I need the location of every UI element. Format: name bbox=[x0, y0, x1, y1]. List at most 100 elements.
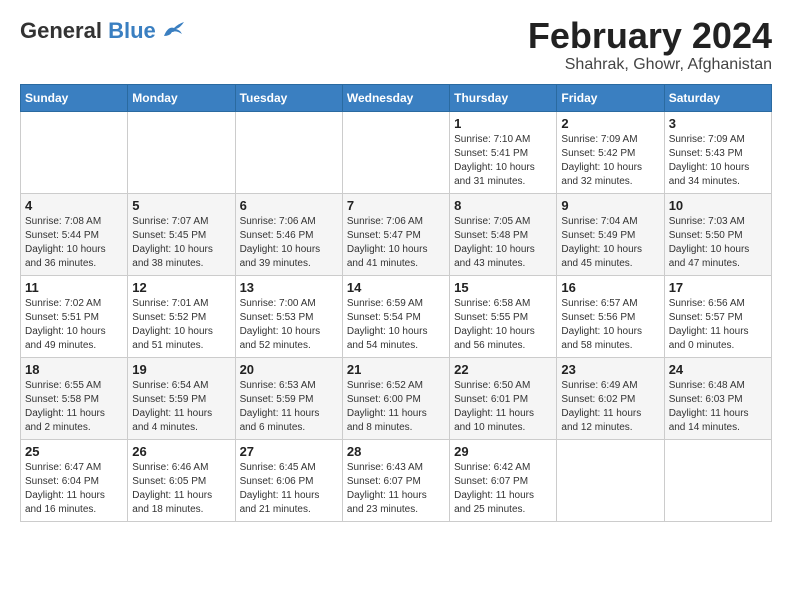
day-number: 2 bbox=[561, 116, 659, 131]
calendar-cell bbox=[557, 439, 664, 521]
calendar-week-row: 25 Sunrise: 6:47 AMSunset: 6:04 PMDayligh… bbox=[21, 439, 772, 521]
calendar-cell: 2 Sunrise: 7:09 AMSunset: 5:42 PMDaylight… bbox=[557, 111, 664, 193]
day-number: 22 bbox=[454, 362, 552, 377]
day-number: 17 bbox=[669, 280, 767, 295]
weekday-header-friday: Friday bbox=[557, 84, 664, 111]
calendar-cell: 21 Sunrise: 6:52 AMSunset: 6:00 PMDayligh… bbox=[342, 357, 449, 439]
calendar-table: SundayMondayTuesdayWednesdayThursdayFrid… bbox=[20, 84, 772, 522]
weekday-header-row: SundayMondayTuesdayWednesdayThursdayFrid… bbox=[21, 84, 772, 111]
day-info: Sunrise: 7:04 AMSunset: 5:49 PMDaylight:… bbox=[561, 215, 659, 271]
day-number: 29 bbox=[454, 444, 552, 459]
day-number: 7 bbox=[347, 198, 445, 213]
calendar-cell bbox=[342, 111, 449, 193]
day-number: 4 bbox=[25, 198, 123, 213]
calendar-cell: 18 Sunrise: 6:55 AMSunset: 5:58 PMDayligh… bbox=[21, 357, 128, 439]
calendar-cell: 13Sunrise: 7:00 AMSunset: 5:53 PMDayligh… bbox=[235, 275, 342, 357]
day-info: Sunrise: 6:47 AMSunset: 6:04 PMDaylight:… bbox=[25, 461, 123, 517]
calendar-cell: 6Sunrise: 7:06 AMSunset: 5:46 PMDaylight… bbox=[235, 193, 342, 275]
calendar-cell: 8Sunrise: 7:05 AMSunset: 5:48 PMDaylight… bbox=[450, 193, 557, 275]
day-info: Sunrise: 6:53 AMSunset: 5:59 PMDaylight:… bbox=[240, 379, 338, 435]
calendar-cell: 3 Sunrise: 7:09 AMSunset: 5:43 PMDaylight… bbox=[664, 111, 771, 193]
day-info: Sunrise: 6:58 AMSunset: 5:55 PMDaylight:… bbox=[454, 297, 552, 353]
calendar-week-row: 11Sunrise: 7:02 AMSunset: 5:51 PMDayligh… bbox=[21, 275, 772, 357]
calendar-cell: 11Sunrise: 7:02 AMSunset: 5:51 PMDayligh… bbox=[21, 275, 128, 357]
weekday-header-tuesday: Tuesday bbox=[235, 84, 342, 111]
calendar-cell: 7 Sunrise: 7:06 AMSunset: 5:47 PMDaylight… bbox=[342, 193, 449, 275]
calendar-cell: 19 Sunrise: 6:54 AMSunset: 5:59 PMDayligh… bbox=[128, 357, 235, 439]
day-info: Sunrise: 7:10 AMSunset: 5:41 PMDaylight:… bbox=[454, 133, 552, 189]
page-header: General Blue February 2024 Shahrak, Ghow… bbox=[20, 16, 772, 74]
day-info: Sunrise: 7:09 AMSunset: 5:43 PMDaylight:… bbox=[669, 133, 767, 189]
calendar-cell: 29 Sunrise: 6:42 AMSunset: 6:07 PMDayligh… bbox=[450, 439, 557, 521]
day-info: Sunrise: 6:52 AMSunset: 6:00 PMDaylight:… bbox=[347, 379, 445, 435]
day-info: Sunrise: 7:09 AMSunset: 5:42 PMDaylight:… bbox=[561, 133, 659, 189]
calendar-cell: 15 Sunrise: 6:58 AMSunset: 5:55 PMDayligh… bbox=[450, 275, 557, 357]
calendar-week-row: 4 Sunrise: 7:08 AMSunset: 5:44 PMDaylight… bbox=[21, 193, 772, 275]
day-info: Sunrise: 6:57 AMSunset: 5:56 PMDaylight:… bbox=[561, 297, 659, 353]
calendar-week-row: 1 Sunrise: 7:10 AMSunset: 5:41 PMDaylight… bbox=[21, 111, 772, 193]
logo-blue: Blue bbox=[108, 18, 156, 43]
day-number: 25 bbox=[25, 444, 123, 459]
calendar-cell: 16 Sunrise: 6:57 AMSunset: 5:56 PMDayligh… bbox=[557, 275, 664, 357]
day-info: Sunrise: 6:59 AMSunset: 5:54 PMDaylight:… bbox=[347, 297, 445, 353]
day-number: 19 bbox=[132, 362, 230, 377]
calendar-cell: 23Sunrise: 6:49 AMSunset: 6:02 PMDayligh… bbox=[557, 357, 664, 439]
calendar-cell: 17 Sunrise: 6:56 AMSunset: 5:57 PMDayligh… bbox=[664, 275, 771, 357]
weekday-header-saturday: Saturday bbox=[664, 84, 771, 111]
weekday-header-wednesday: Wednesday bbox=[342, 84, 449, 111]
day-number: 12 bbox=[132, 280, 230, 295]
calendar-cell: 14Sunrise: 6:59 AMSunset: 5:54 PMDayligh… bbox=[342, 275, 449, 357]
day-number: 8 bbox=[454, 198, 552, 213]
day-info: Sunrise: 6:49 AMSunset: 6:02 PMDaylight:… bbox=[561, 379, 659, 435]
calendar-cell bbox=[128, 111, 235, 193]
day-info: Sunrise: 6:42 AMSunset: 6:07 PMDaylight:… bbox=[454, 461, 552, 517]
calendar-cell: 22 Sunrise: 6:50 AMSunset: 6:01 PMDayligh… bbox=[450, 357, 557, 439]
calendar-cell: 20 Sunrise: 6:53 AMSunset: 5:59 PMDayligh… bbox=[235, 357, 342, 439]
day-info: Sunrise: 7:06 AMSunset: 5:47 PMDaylight:… bbox=[347, 215, 445, 271]
day-info: Sunrise: 7:00 AMSunset: 5:53 PMDaylight:… bbox=[240, 297, 338, 353]
day-info: Sunrise: 7:01 AMSunset: 5:52 PMDaylight:… bbox=[132, 297, 230, 353]
day-info: Sunrise: 6:54 AMSunset: 5:59 PMDaylight:… bbox=[132, 379, 230, 435]
calendar-cell: 24 Sunrise: 6:48 AMSunset: 6:03 PMDayligh… bbox=[664, 357, 771, 439]
day-number: 18 bbox=[25, 362, 123, 377]
day-number: 11 bbox=[25, 280, 123, 295]
logo-general: General bbox=[20, 18, 102, 43]
day-info: Sunrise: 7:08 AMSunset: 5:44 PMDaylight:… bbox=[25, 215, 123, 271]
day-number: 3 bbox=[669, 116, 767, 131]
day-info: Sunrise: 6:50 AMSunset: 6:01 PMDaylight:… bbox=[454, 379, 552, 435]
day-info: Sunrise: 6:55 AMSunset: 5:58 PMDaylight:… bbox=[25, 379, 123, 435]
calendar-cell: 5 Sunrise: 7:07 AMSunset: 5:45 PMDaylight… bbox=[128, 193, 235, 275]
day-number: 21 bbox=[347, 362, 445, 377]
weekday-header-monday: Monday bbox=[128, 84, 235, 111]
calendar-cell bbox=[235, 111, 342, 193]
day-info: Sunrise: 7:03 AMSunset: 5:50 PMDaylight:… bbox=[669, 215, 767, 271]
day-info: Sunrise: 6:48 AMSunset: 6:03 PMDaylight:… bbox=[669, 379, 767, 435]
day-number: 26 bbox=[132, 444, 230, 459]
day-number: 24 bbox=[669, 362, 767, 377]
day-number: 1 bbox=[454, 116, 552, 131]
day-number: 5 bbox=[132, 198, 230, 213]
day-info: Sunrise: 6:56 AMSunset: 5:57 PMDaylight:… bbox=[669, 297, 767, 353]
day-number: 20 bbox=[240, 362, 338, 377]
day-number: 10 bbox=[669, 198, 767, 213]
day-number: 28 bbox=[347, 444, 445, 459]
calendar-header: SundayMondayTuesdayWednesdayThursdayFrid… bbox=[21, 84, 772, 111]
logo-bird-icon bbox=[160, 18, 188, 40]
day-info: Sunrise: 6:45 AMSunset: 6:06 PMDaylight:… bbox=[240, 461, 338, 517]
page-title: February 2024 bbox=[528, 16, 772, 56]
calendar-cell: 26Sunrise: 6:46 AMSunset: 6:05 PMDayligh… bbox=[128, 439, 235, 521]
day-number: 16 bbox=[561, 280, 659, 295]
calendar-cell: 28 Sunrise: 6:43 AMSunset: 6:07 PMDayligh… bbox=[342, 439, 449, 521]
day-info: Sunrise: 6:43 AMSunset: 6:07 PMDaylight:… bbox=[347, 461, 445, 517]
title-block: February 2024 Shahrak, Ghowr, Afghanista… bbox=[528, 16, 772, 74]
calendar-cell bbox=[21, 111, 128, 193]
calendar-cell: 12 Sunrise: 7:01 AMSunset: 5:52 PMDayligh… bbox=[128, 275, 235, 357]
day-info: Sunrise: 7:07 AMSunset: 5:45 PMDaylight:… bbox=[132, 215, 230, 271]
day-number: 15 bbox=[454, 280, 552, 295]
weekday-header-thursday: Thursday bbox=[450, 84, 557, 111]
calendar-cell: 10 Sunrise: 7:03 AMSunset: 5:50 PMDayligh… bbox=[664, 193, 771, 275]
day-info: Sunrise: 7:06 AMSunset: 5:46 PMDaylight:… bbox=[240, 215, 338, 271]
calendar-cell: 27Sunrise: 6:45 AMSunset: 6:06 PMDayligh… bbox=[235, 439, 342, 521]
weekday-header-sunday: Sunday bbox=[21, 84, 128, 111]
calendar-week-row: 18 Sunrise: 6:55 AMSunset: 5:58 PMDayligh… bbox=[21, 357, 772, 439]
